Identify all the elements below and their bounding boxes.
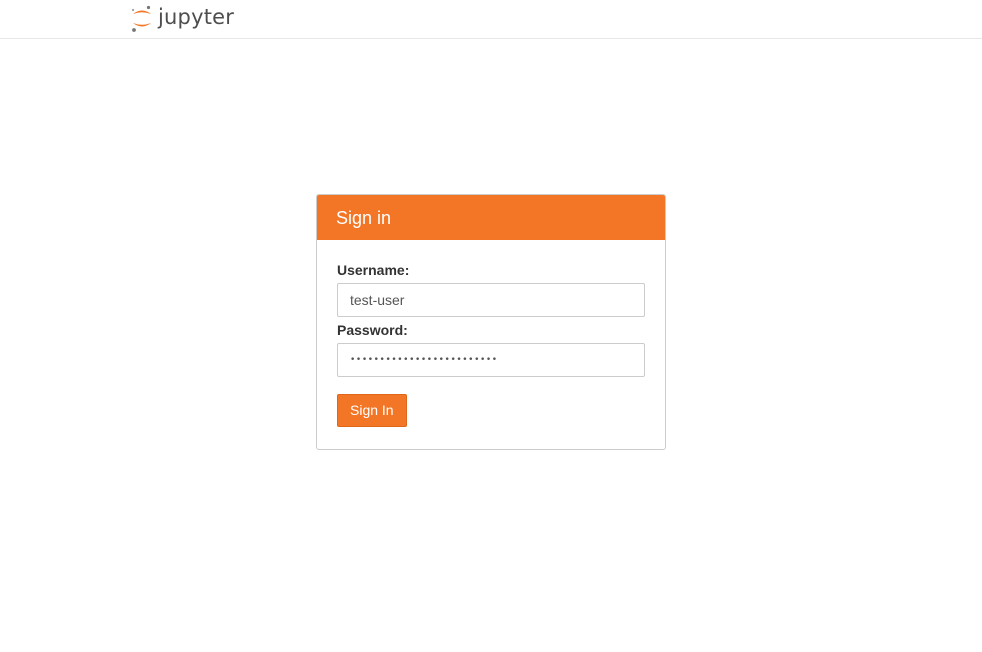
login-panel-title: Sign in bbox=[317, 195, 665, 240]
login-form: Username: Password: Sign In bbox=[317, 240, 665, 427]
jupyter-logo-text: jupyter bbox=[158, 5, 235, 29]
password-label: Password: bbox=[337, 322, 408, 338]
jupyter-logo[interactable]: jupyter bbox=[130, 4, 234, 34]
username-label: Username: bbox=[337, 262, 410, 278]
top-header: jupyter bbox=[0, 0, 982, 39]
sign-in-button[interactable]: Sign In bbox=[337, 394, 407, 427]
jupyter-logo-icon bbox=[131, 5, 151, 32]
password-input[interactable] bbox=[337, 343, 645, 377]
username-input[interactable] bbox=[337, 283, 645, 317]
login-panel: Sign in Username: Password: Sign In bbox=[316, 194, 666, 450]
